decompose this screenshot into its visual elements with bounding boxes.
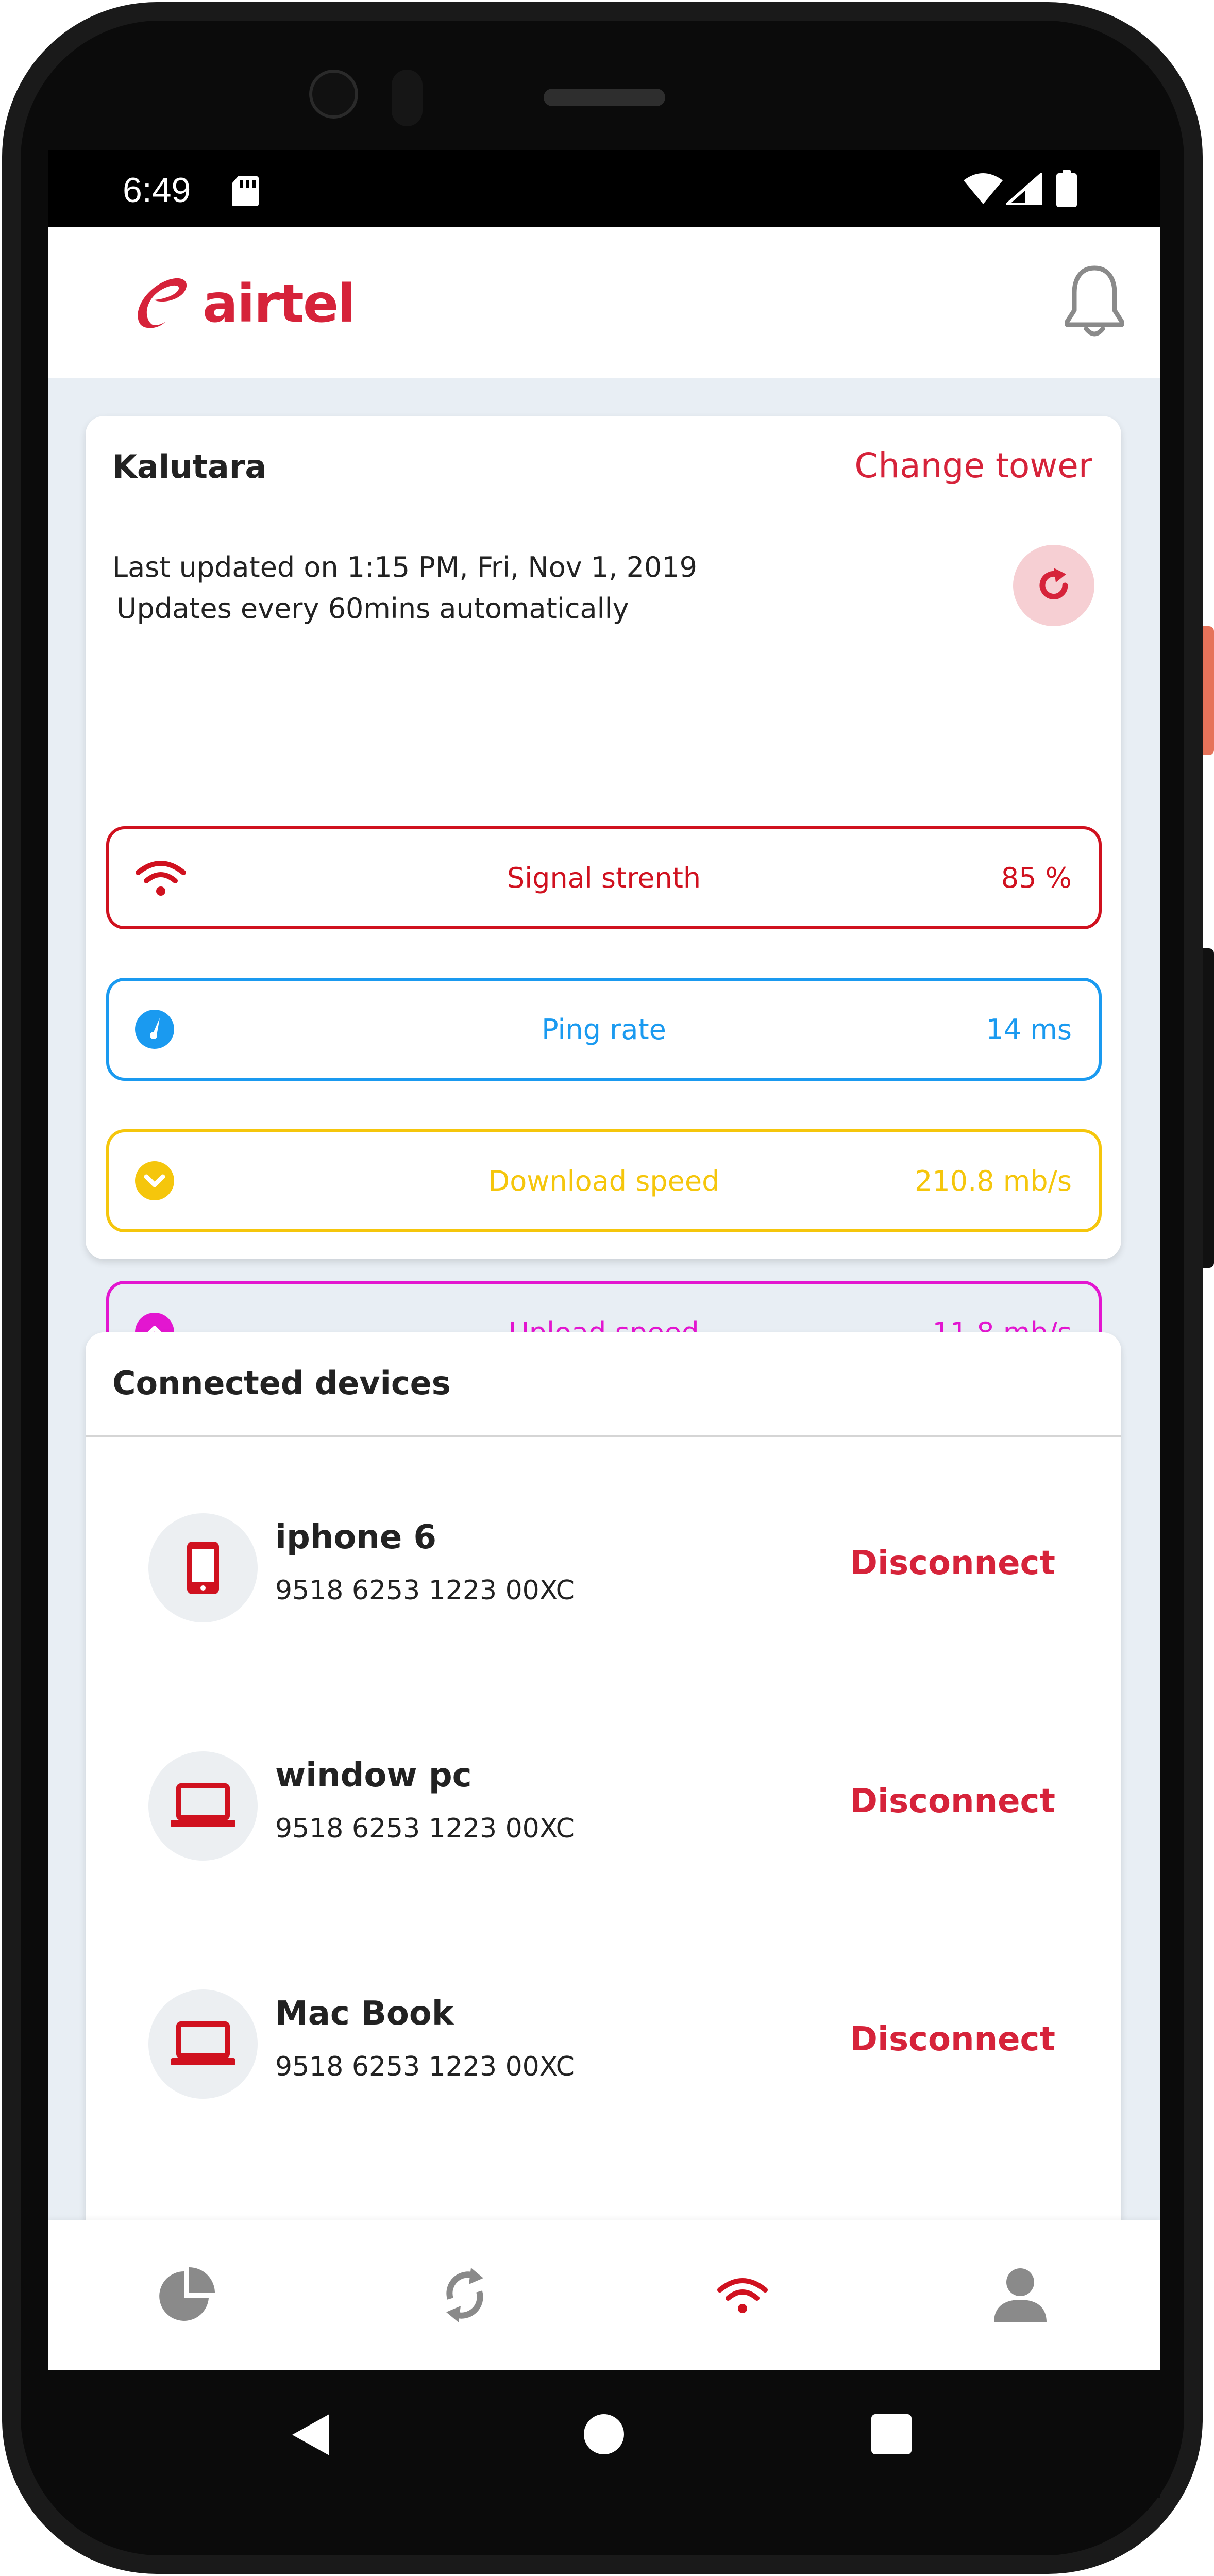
- device-avatar: [148, 1513, 258, 1622]
- bottom-navigation: [48, 2220, 1160, 2370]
- airtel-logo[interactable]: airtel: [130, 264, 356, 343]
- device-row: iphone 6 9518 6253 1223 00XC Disconnect: [86, 1493, 1121, 1647]
- divider: [86, 1435, 1121, 1437]
- nav-item-sync[interactable]: [326, 2220, 603, 2370]
- laptop-icon: [171, 2021, 235, 2065]
- battery-icon: [1056, 170, 1077, 207]
- nav-item-wifi[interactable]: [603, 2220, 881, 2370]
- status-bar: 6:49: [48, 150, 1160, 227]
- metric-value: 14 ms: [986, 1013, 1072, 1046]
- update-frequency-text: Updates every 60mins automatically: [116, 592, 629, 625]
- earpiece-speaker: [544, 89, 665, 106]
- back-icon[interactable]: [290, 2413, 331, 2456]
- metric-value: 85 %: [1001, 861, 1072, 894]
- cell-signal-icon: [1006, 173, 1042, 205]
- power-button: [1203, 626, 1214, 755]
- front-camera: [309, 70, 358, 119]
- devices-title: Connected devices: [112, 1364, 451, 1402]
- tower-status-card: Kalutara Change tower Last updated on 1:…: [86, 416, 1121, 1384]
- proximity-sensor: [392, 70, 423, 126]
- device-id: 9518 6253 1223 00XC: [275, 1813, 575, 1844]
- recents-icon[interactable]: [871, 2414, 912, 2454]
- metric-download-speed: Download speed 210.8 mb/s: [106, 1129, 1102, 1232]
- home-icon[interactable]: [584, 2414, 624, 2454]
- screen: 6:49 airtel Kalutara Change tower Last u…: [48, 150, 1160, 2370]
- app-header: airtel: [48, 227, 1160, 378]
- device-name: Mac Book: [275, 1995, 454, 2033]
- metric-label: Signal strenth: [507, 861, 701, 894]
- metric-label: Ping rate: [542, 1013, 666, 1046]
- last-updated-text: Last updated on 1:15 PM, Fri, Nov 1, 201…: [112, 551, 698, 583]
- refresh-button[interactable]: [1013, 545, 1094, 626]
- disconnect-button[interactable]: Disconnect: [850, 1782, 1055, 1820]
- device-row: Mac Book 9518 6253 1223 00XC Disconnect: [86, 1969, 1121, 2123]
- nav-item-profile[interactable]: [881, 2220, 1159, 2370]
- status-time: 6:49: [123, 171, 191, 210]
- volume-button: [1203, 948, 1214, 1268]
- device-name: iphone 6: [275, 1518, 437, 1557]
- disconnect-button[interactable]: Disconnect: [850, 2020, 1055, 2059]
- android-navigation-bar: [48, 2370, 1160, 2498]
- disconnect-button[interactable]: Disconnect: [850, 1544, 1055, 1582]
- device-id: 9518 6253 1223 00XC: [275, 1575, 575, 1606]
- nav-item-stats[interactable]: [48, 2220, 326, 2370]
- device-row: window pc 9518 6253 1223 00XC Disconnect: [86, 1731, 1121, 1885]
- wifi-status-icon: [964, 173, 1003, 204]
- last-updated-info: Last updated on 1:15 PM, Fri, Nov 1, 201…: [112, 547, 697, 629]
- wifi-icon: [717, 2278, 768, 2313]
- airtel-logo-text: airtel: [203, 273, 356, 334]
- phone-icon: [187, 1542, 219, 1594]
- metric-signal-strength: Signal strenth 85 %: [106, 826, 1102, 929]
- metric-ping-rate: Ping rate 14 ms: [106, 978, 1102, 1081]
- device-avatar: [148, 1989, 258, 2099]
- pie-chart-icon: [159, 2267, 215, 2321]
- user-icon: [993, 2268, 1047, 2322]
- refresh-icon: [1039, 568, 1068, 599]
- device-id: 9518 6253 1223 00XC: [275, 2051, 575, 2082]
- metric-value: 210.8 mb/s: [915, 1164, 1072, 1197]
- notification-bell-icon[interactable]: [1062, 264, 1127, 341]
- change-tower-link[interactable]: Change tower: [854, 446, 1092, 486]
- sd-card-icon: [232, 176, 259, 206]
- device-name: window pc: [275, 1757, 472, 1795]
- connected-devices-card: Connected devices iphone 6 9518 6253 122…: [86, 1332, 1121, 2281]
- tower-name: Kalutara: [112, 448, 267, 486]
- device-avatar: [148, 1751, 258, 1861]
- laptop-icon: [171, 1783, 235, 1827]
- sync-icon: [446, 2267, 483, 2322]
